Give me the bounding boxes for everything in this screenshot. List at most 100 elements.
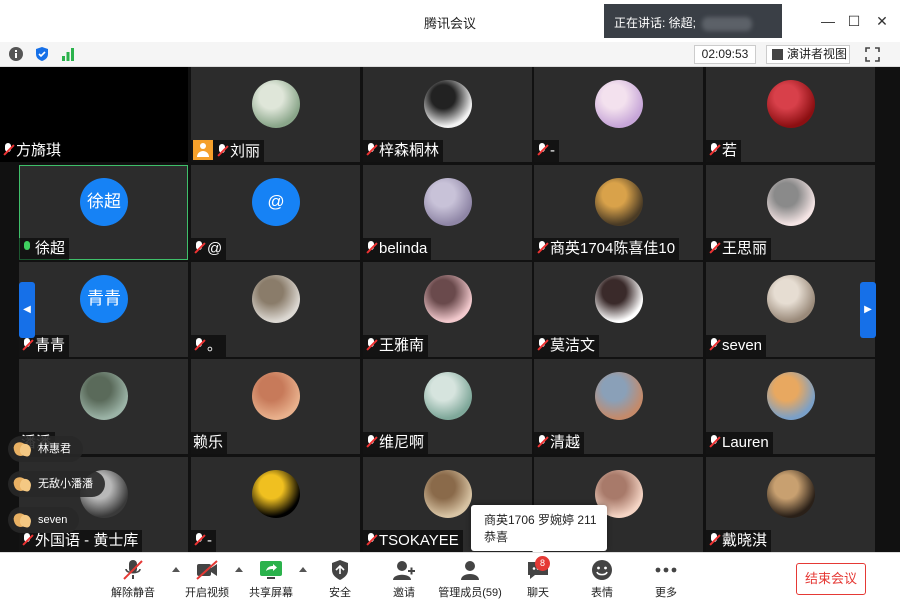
- emoji-button[interactable]: 表情: [582, 553, 622, 606]
- participant-name: 青青: [35, 337, 66, 354]
- avatar: [80, 372, 128, 420]
- more-button[interactable]: 更多: [646, 553, 686, 606]
- chat-popup[interactable]: 商英1706 罗婉婷 211 恭喜: [471, 505, 607, 557]
- fullscreen-icon[interactable]: [865, 47, 880, 62]
- shield-icon[interactable]: [34, 46, 50, 62]
- video-options-chevron-icon[interactable]: [235, 567, 243, 572]
- close-icon[interactable]: ✕: [873, 12, 891, 30]
- participant-tile[interactable]: 清越: [534, 359, 703, 454]
- avatar: [595, 372, 643, 420]
- participant-tile[interactable]: -: [534, 67, 703, 162]
- next-page-button[interactable]: ▶: [860, 282, 876, 338]
- participant-name: belinda: [379, 240, 428, 257]
- info-icon[interactable]: [8, 46, 24, 62]
- avatar: [767, 275, 815, 323]
- participant-tile[interactable]: @ @: [191, 165, 360, 260]
- participant-name: 清越: [550, 434, 581, 451]
- participant-name: @: [207, 240, 223, 257]
- avatar: [424, 80, 472, 128]
- muted-mic-icon: [365, 533, 377, 547]
- manage-members-button[interactable]: 管理成员(59): [436, 553, 504, 606]
- participant-tile[interactable]: 戴晓淇: [706, 457, 875, 552]
- avatar: [767, 470, 815, 518]
- participant-name: 戴晓淇: [722, 532, 768, 549]
- participant-name: Lauren: [722, 434, 769, 451]
- reaction-bubble: 林惠君: [8, 436, 83, 462]
- muted-mic-icon: [365, 338, 377, 352]
- muted-mic-icon: [708, 435, 720, 449]
- participant-name-tag: -: [534, 140, 559, 162]
- participant-tile[interactable]: 。: [191, 262, 360, 357]
- participant-tile[interactable]: 若: [706, 67, 875, 162]
- participant-name-tag: 清越: [534, 432, 585, 454]
- avatar: [252, 470, 300, 518]
- members-icon: [461, 561, 479, 580]
- info-bar: 02:09:53 演讲者视图: [0, 42, 900, 67]
- participant-tile[interactable]: 王思丽: [706, 165, 875, 260]
- audio-options-chevron-icon[interactable]: [172, 567, 180, 572]
- muted-mic-icon: [193, 533, 205, 547]
- chat-button[interactable]: 8 聊天: [518, 553, 558, 606]
- avatar: [424, 470, 472, 518]
- start-video-button[interactable]: 开启视频: [182, 553, 232, 606]
- participant-name-tag: TSOKAYEE: [363, 530, 463, 552]
- muted-mic-icon: [536, 143, 548, 157]
- participant-tile[interactable]: -: [191, 457, 360, 552]
- participant-name: -: [550, 142, 555, 159]
- reaction-bubble: seven: [8, 507, 80, 533]
- participant-tile[interactable]: 方旖琪: [0, 67, 188, 162]
- minimize-icon[interactable]: —: [819, 12, 837, 30]
- share-screen-button[interactable]: 共享屏幕: [246, 553, 296, 606]
- unmute-button[interactable]: 解除静音: [108, 553, 158, 606]
- participant-tile[interactable]: belinda: [363, 165, 532, 260]
- participant-tile[interactable]: 青青 青青: [19, 262, 188, 357]
- end-meeting-button[interactable]: 结束会议: [796, 563, 866, 595]
- reaction-bubble: 无敌小潘潘: [8, 471, 105, 497]
- host-user-icon: [193, 140, 213, 160]
- prev-page-button[interactable]: ◀: [19, 282, 35, 338]
- participant-tile[interactable]: 徐超 徐超: [19, 165, 188, 260]
- participant-tile[interactable]: 维尼啊: [363, 359, 532, 454]
- invite-button[interactable]: 邀请: [384, 553, 424, 606]
- security-button[interactable]: 安全: [320, 553, 360, 606]
- participant-name-tag: 梓森桐林: [363, 140, 444, 162]
- participant-name-tag: 徐超: [19, 238, 70, 260]
- clap-icon: [12, 511, 32, 529]
- blurred-region: [702, 16, 753, 31]
- clap-icon: [12, 440, 32, 458]
- maximize-icon[interactable]: ☐: [845, 12, 863, 30]
- video-grid: 方旖琪 刘丽 梓森桐林 - 若徐超 徐超 @ @ belinda 商英1704陈喜佳10 王思丽 青青…: [0, 67, 900, 552]
- chat-popup-sender: 商英1706 罗婉婷 211: [484, 513, 597, 527]
- avatar: [767, 80, 815, 128]
- muted-mic-icon: [536, 338, 548, 352]
- participant-name: 方旖琪: [16, 142, 62, 159]
- participant-name-tag: 莫洁文: [534, 335, 600, 357]
- muted-mic-icon: [21, 533, 33, 547]
- muted-mic-icon: [365, 435, 377, 449]
- participant-tile[interactable]: 梓森桐林: [363, 67, 532, 162]
- participant-tile[interactable]: 赖乐: [191, 359, 360, 454]
- share-options-chevron-icon[interactable]: [299, 567, 307, 572]
- participant-tile[interactable]: seven: [706, 262, 875, 357]
- participant-name-tag: 刘丽: [191, 140, 265, 162]
- signal-icon[interactable]: [60, 46, 76, 62]
- participant-name: 莫洁文: [550, 337, 596, 354]
- participant-tile[interactable]: 商英1704陈喜佳10: [534, 165, 703, 260]
- muted-mic-icon: [123, 560, 143, 580]
- avatar: 徐超: [80, 178, 128, 226]
- participant-tile[interactable]: Lauren: [706, 359, 875, 454]
- speaker-view-button[interactable]: 演讲者视图: [766, 45, 850, 64]
- participant-name-tag: 戴晓淇: [706, 530, 772, 552]
- speaking-label: 正在讲话: 徐超;: [614, 16, 697, 30]
- avatar: [595, 275, 643, 323]
- participant-tile[interactable]: 王雅南: [363, 262, 532, 357]
- meeting-timer: 02:09:53: [694, 45, 756, 64]
- avatar: [767, 178, 815, 226]
- participant-tile[interactable]: 刘丽: [191, 67, 360, 162]
- speaking-indicator: 正在讲话: 徐超;: [604, 4, 782, 38]
- chat-popup-message: 恭喜: [484, 530, 509, 544]
- participant-name: 赖乐: [193, 434, 224, 451]
- muted-mic-icon: [708, 143, 720, 157]
- mic-icon: [21, 241, 33, 255]
- participant-tile[interactable]: 莫洁文: [534, 262, 703, 357]
